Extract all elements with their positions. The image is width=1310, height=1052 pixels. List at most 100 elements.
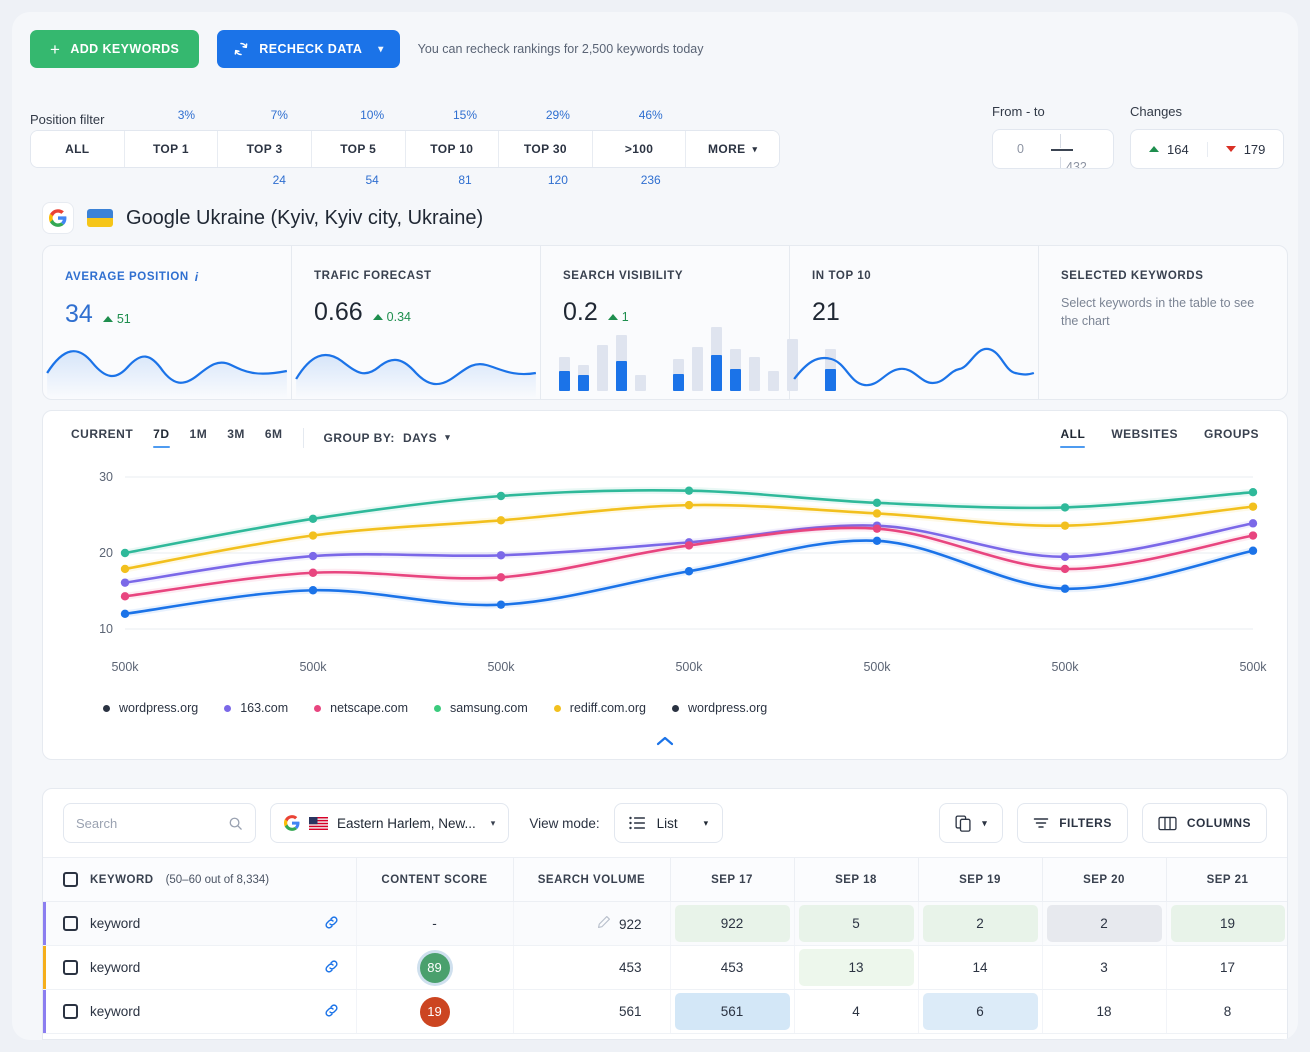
cell-rank-day-4[interactable]: 2 bbox=[1042, 902, 1166, 946]
row-checkbox[interactable] bbox=[63, 1004, 78, 1019]
series-point[interactable] bbox=[685, 486, 693, 494]
chart-view-websites[interactable]: WEBSITES bbox=[1111, 427, 1178, 448]
row-checkbox[interactable] bbox=[63, 916, 78, 931]
link-icon[interactable] bbox=[323, 914, 340, 934]
segment-top-3[interactable]: TOP 3 bbox=[218, 131, 312, 167]
chart-tab-current[interactable]: CURRENT bbox=[71, 427, 133, 448]
series-point[interactable] bbox=[1249, 531, 1257, 539]
columns-button[interactable]: COLUMNS bbox=[1142, 803, 1267, 843]
location-selector[interactable]: Eastern Harlem, New... ▾ bbox=[270, 803, 509, 843]
series-point[interactable] bbox=[1061, 565, 1069, 573]
header-sep-21[interactable]: SEP 21 bbox=[1166, 858, 1288, 902]
legend-item[interactable]: rediff.com.org bbox=[554, 701, 646, 715]
series-point[interactable] bbox=[685, 541, 693, 549]
changes-down[interactable]: 179 bbox=[1207, 142, 1284, 157]
series-point[interactable] bbox=[1061, 521, 1069, 529]
filters-button[interactable]: FILTERS bbox=[1017, 803, 1128, 843]
segment-top-1[interactable]: TOP 1 bbox=[125, 131, 219, 167]
series-point[interactable] bbox=[121, 578, 129, 586]
segment-more[interactable]: MORE ▾ bbox=[686, 131, 779, 167]
cell-rank-day-3[interactable]: 14 bbox=[918, 946, 1042, 990]
series-point[interactable] bbox=[685, 501, 693, 509]
view-mode-selector[interactable]: List ▾ bbox=[614, 803, 724, 843]
segment-all[interactable]: ALL bbox=[31, 131, 125, 167]
chart-range-1m[interactable]: 1M bbox=[190, 427, 208, 448]
table-row[interactable]: keyword1956156146188 bbox=[43, 990, 1288, 1034]
series-point[interactable] bbox=[1249, 547, 1257, 555]
series-point[interactable] bbox=[873, 499, 881, 507]
from-to-range[interactable]: 0 432 bbox=[992, 129, 1114, 169]
cell-rank-day-3[interactable]: 6 bbox=[918, 990, 1042, 1034]
select-all-checkbox[interactable] bbox=[63, 872, 78, 887]
row-checkbox[interactable] bbox=[63, 960, 78, 975]
series-point[interactable] bbox=[121, 549, 129, 557]
legend-item[interactable]: wordpress.org bbox=[672, 701, 767, 715]
series-point[interactable] bbox=[497, 516, 505, 524]
series-point[interactable] bbox=[1061, 503, 1069, 511]
card-trafic-forecast[interactable]: TRAFIC FORECAST 0.66 0.34 bbox=[292, 246, 541, 399]
series-point[interactable] bbox=[497, 573, 505, 581]
edit-icon[interactable] bbox=[597, 917, 611, 932]
header-sep-19[interactable]: SEP 19 bbox=[918, 858, 1042, 902]
series-point[interactable] bbox=[497, 492, 505, 500]
series-point[interactable] bbox=[1249, 502, 1257, 510]
chart-range-3m[interactable]: 3M bbox=[227, 427, 245, 448]
series-point[interactable] bbox=[1061, 585, 1069, 593]
cell-rank-day-2[interactable]: 4 bbox=[794, 990, 918, 1034]
copy-button[interactable]: ▾ bbox=[939, 803, 1003, 843]
series-point[interactable] bbox=[497, 551, 505, 559]
chart-view-all[interactable]: ALL bbox=[1060, 427, 1085, 448]
collapse-chart-button[interactable] bbox=[43, 733, 1287, 751]
header-search-volume[interactable]: SEARCH VOLUME bbox=[513, 858, 670, 902]
header-sep-18[interactable]: SEP 18 bbox=[794, 858, 918, 902]
series-point[interactable] bbox=[1249, 519, 1257, 527]
segment-top-30[interactable]: TOP 30 bbox=[499, 131, 593, 167]
header-sep-20[interactable]: SEP 20 bbox=[1042, 858, 1166, 902]
chart-range-6m[interactable]: 6M bbox=[265, 427, 283, 448]
series-point[interactable] bbox=[309, 569, 317, 577]
cell-rank-day-4[interactable]: 3 bbox=[1042, 946, 1166, 990]
legend-item[interactable]: 163.com bbox=[224, 701, 288, 715]
series-point[interactable] bbox=[309, 515, 317, 523]
series-point[interactable] bbox=[1249, 488, 1257, 496]
info-icon[interactable]: i bbox=[195, 270, 199, 284]
cell-rank-day-2[interactable]: 13 bbox=[794, 946, 918, 990]
series-point[interactable] bbox=[121, 565, 129, 573]
add-keywords-button[interactable]: + ADD KEYWORDS bbox=[30, 30, 199, 68]
cell-rank-day-5[interactable]: 19 bbox=[1166, 902, 1288, 946]
table-row[interactable]: keyword894534531314317 bbox=[43, 946, 1288, 990]
cell-rank-day-5[interactable]: 8 bbox=[1166, 990, 1288, 1034]
series-point[interactable] bbox=[873, 524, 881, 532]
header-sep-17[interactable]: SEP 17 bbox=[670, 858, 794, 902]
card-in-top-10[interactable]: IN TOP 10 21 bbox=[790, 246, 1039, 399]
legend-item[interactable]: netscape.com bbox=[314, 701, 408, 715]
cell-rank-day-1[interactable]: 922 bbox=[670, 902, 794, 946]
legend-item[interactable]: samsung.com bbox=[434, 701, 528, 715]
series-point[interactable] bbox=[309, 586, 317, 594]
series-point[interactable] bbox=[309, 552, 317, 560]
link-icon[interactable] bbox=[323, 1002, 340, 1022]
segment-top-10[interactable]: TOP 10 bbox=[406, 131, 500, 167]
cell-rank-day-4[interactable]: 18 bbox=[1042, 990, 1166, 1034]
search-box[interactable] bbox=[63, 803, 256, 843]
card-search-visibility[interactable]: SEARCH VISIBILITY 0.2 1 bbox=[541, 246, 790, 399]
series-point[interactable] bbox=[121, 592, 129, 600]
cell-rank-day-5[interactable]: 17 bbox=[1166, 946, 1288, 990]
cell-rank-day-1[interactable]: 561 bbox=[670, 990, 794, 1034]
series-point[interactable] bbox=[873, 537, 881, 545]
chart-view-groups[interactable]: GROUPS bbox=[1204, 427, 1259, 448]
segment-over-100[interactable]: >100 bbox=[593, 131, 687, 167]
chart-range-7d[interactable]: 7D bbox=[153, 427, 169, 448]
series-point[interactable] bbox=[121, 610, 129, 618]
series-point[interactable] bbox=[309, 531, 317, 539]
cell-rank-day-1[interactable]: 453 bbox=[670, 946, 794, 990]
series-point[interactable] bbox=[685, 567, 693, 575]
link-icon[interactable] bbox=[323, 958, 340, 978]
changes-up[interactable]: 164 bbox=[1131, 142, 1207, 157]
legend-item[interactable]: wordpress.org bbox=[103, 701, 198, 715]
series-point[interactable] bbox=[497, 600, 505, 608]
table-row[interactable]: keyword-92292252219 bbox=[43, 902, 1288, 946]
segment-top-5[interactable]: TOP 5 bbox=[312, 131, 406, 167]
search-input[interactable] bbox=[76, 816, 221, 831]
card-average-position[interactable]: AVERAGE POSITION i 34 51 bbox=[43, 246, 292, 399]
